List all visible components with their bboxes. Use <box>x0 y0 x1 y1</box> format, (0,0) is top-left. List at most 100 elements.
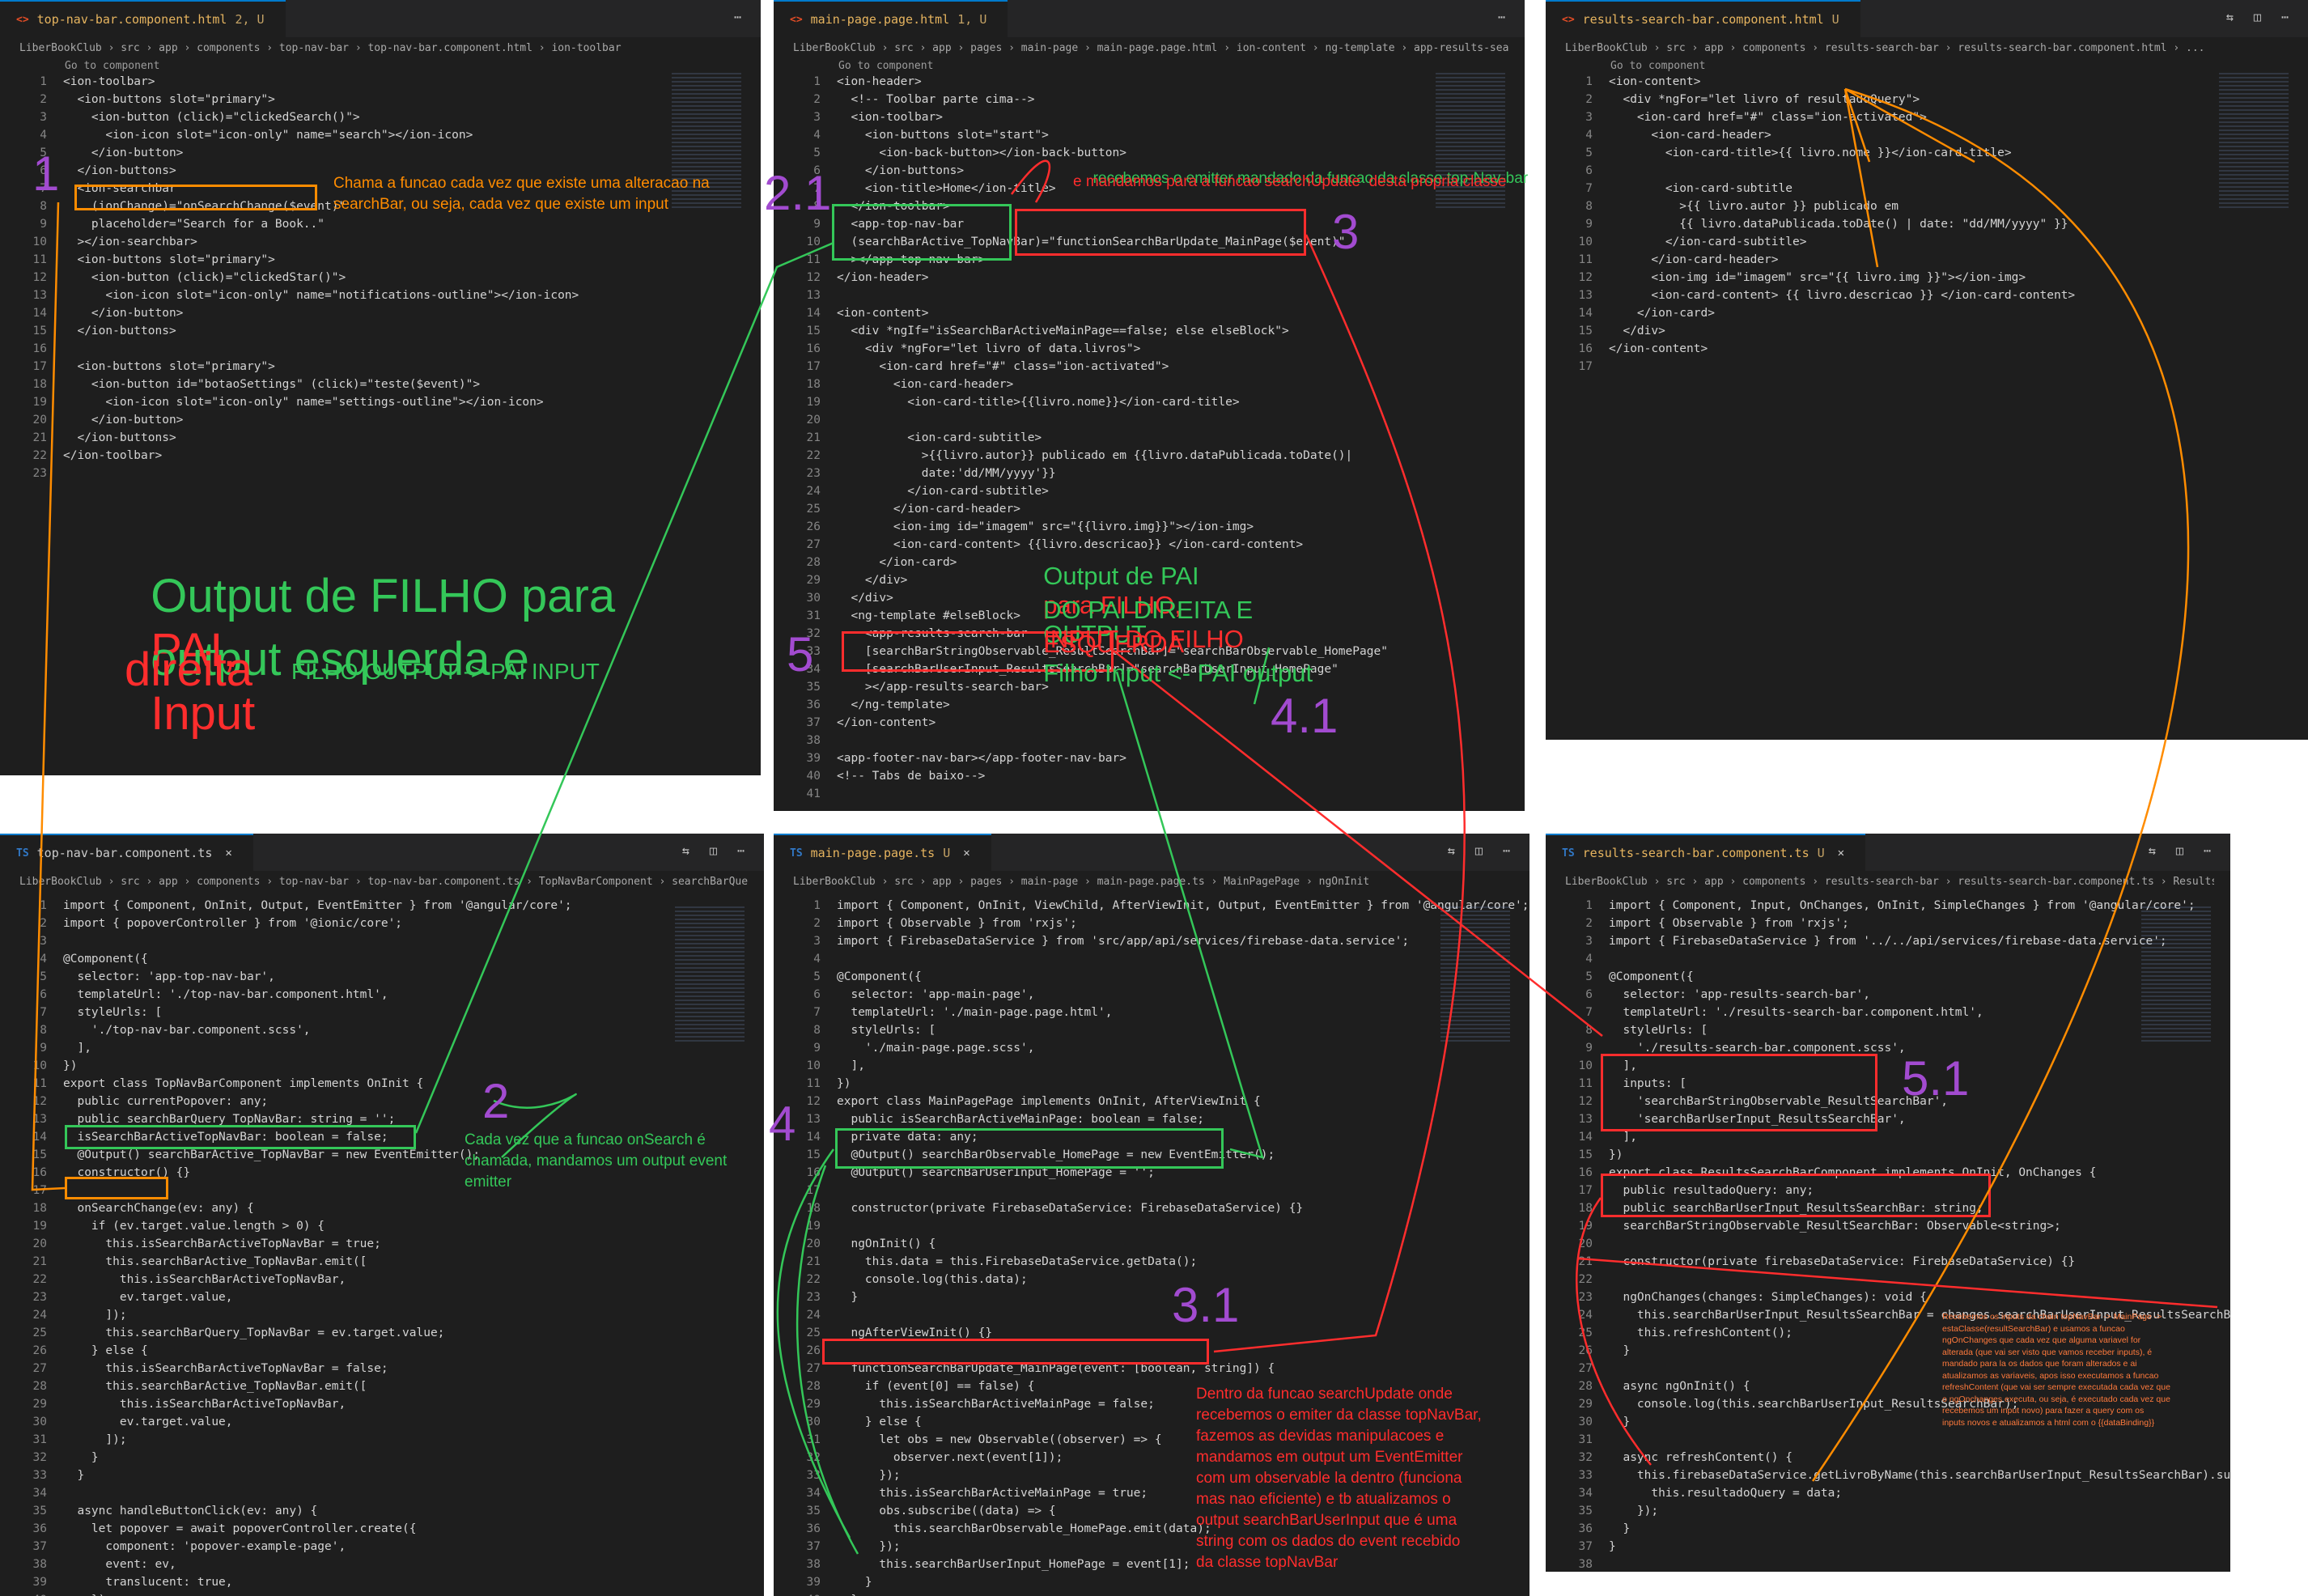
code-line[interactable]: 6 templateUrl: './top-nav-bar.component.… <box>0 986 643 1004</box>
code-line[interactable]: 21 this.data = this.FirebaseDataService.… <box>774 1253 1408 1271</box>
more-actions-icon[interactable]: ⋯ <box>1498 10 1512 24</box>
code-line[interactable]: 3 <box>0 932 643 950</box>
code-line[interactable]: 3 <ion-card href="#" class="ion-activate… <box>1546 108 2187 126</box>
code-line[interactable]: 23 ev.target.value, <box>0 1288 643 1306</box>
code-line[interactable]: 2 <ion-buttons slot="primary"> <box>0 91 639 108</box>
code-line[interactable]: 5 selector: 'app-top-nav-bar', <box>0 968 643 986</box>
code-line[interactable]: 10 ></ion-searchbar> <box>0 233 639 251</box>
breadcrumb[interactable]: LiberBookClub › src › app › components ›… <box>1565 42 2292 60</box>
tab-results-search-bar-html[interactable]: <> results-search-bar.component.html U <box>1546 0 1860 37</box>
code-line[interactable]: 4 <ion-card-header> <box>1546 126 2187 144</box>
code-line[interactable]: 37} <box>1546 1538 2109 1556</box>
code-line[interactable]: 21 <ion-card-subtitle> <box>774 429 1403 447</box>
code-line[interactable]: 27 this.isSearchBarActiveTopNavBar = fal… <box>0 1360 643 1377</box>
code-line[interactable]: 25 </ion-card-header> <box>774 500 1403 518</box>
code-line[interactable]: 15 </div> <box>1546 322 2187 340</box>
code-line[interactable]: 38 <box>1546 1556 2109 1572</box>
code-line[interactable]: 11 <ion-buttons slot="primary"> <box>0 251 639 269</box>
code-line[interactable]: 10 ], <box>774 1057 1408 1075</box>
code-line[interactable]: 4 <box>774 950 1408 968</box>
code-line[interactable]: 30 ev.target.value, <box>0 1413 643 1431</box>
breadcrumb[interactable]: LiberBookClub › src › app › components ›… <box>19 876 748 894</box>
tab-top-nav-bar-ts[interactable]: TS top-nav-bar.component.ts ✕ <box>0 834 253 871</box>
code-line[interactable]: 38 event: ev, <box>0 1556 643 1573</box>
code-line[interactable]: 10 </ion-card-subtitle> <box>1546 233 2187 251</box>
code-line[interactable]: 12 public currentPopover: any; <box>0 1093 643 1110</box>
code-line[interactable]: 3 import { FirebaseDataService } from '..… <box>1546 932 2166 950</box>
code-line[interactable]: 31 <box>1546 1431 2109 1449</box>
code-line[interactable]: 20 </ion-button> <box>0 411 639 429</box>
code-line[interactable]: 4 <box>1546 950 2109 968</box>
code-line[interactable]: 15 <div *ngIf="isSearchBarActiveMainPage… <box>774 322 1403 340</box>
code-line[interactable]: 14 </ion-button> <box>0 304 639 322</box>
code-line[interactable]: 17 <box>1546 358 2187 376</box>
code-line[interactable]: 32 } <box>0 1449 643 1467</box>
code-line[interactable]: 19 <box>774 1217 1408 1235</box>
code-line[interactable]: 4 @Component({ <box>0 950 643 968</box>
code-line[interactable]: 1 import { Component, OnInit, ViewChild, … <box>774 897 1529 915</box>
code-line[interactable]: 34 <box>0 1484 643 1502</box>
code-line[interactable]: 39 translucent: true, <box>0 1573 643 1591</box>
code-line[interactable]: 11 export class TopNavBarComponent implem… <box>0 1075 643 1093</box>
code-line[interactable]: 20 this.isSearchBarActiveTopNavBar = tru… <box>0 1235 643 1253</box>
code-line[interactable]: 18 onSearchChange(ev: any) { <box>0 1199 643 1217</box>
go-to-component-link[interactable]: Go to component <box>65 60 159 72</box>
code-line[interactable]: 33 } <box>0 1467 643 1484</box>
code-line[interactable]: 5 @Component({ <box>774 968 1408 986</box>
code-line[interactable]: 7 templateUrl: './main-page.page.html', <box>774 1004 1408 1021</box>
code-line[interactable]: 19 searchBarStringObservable_ResultSearc… <box>1546 1217 2109 1235</box>
code-line[interactable]: 4 <ion-buttons slot="start"> <box>774 126 1403 144</box>
minimap[interactable] <box>2141 906 2211 1044</box>
more-actions-icon[interactable]: ⋯ <box>734 10 748 24</box>
tab-top-nav-bar-html[interactable]: <> top-nav-bar.component.html 2, U <box>0 0 286 37</box>
close-icon[interactable]: ✕ <box>1838 847 1844 860</box>
editor-actions-icon[interactable]: ⇆ ◫ ⋯ <box>2226 10 2295 24</box>
code-line[interactable]: 31 ]); <box>0 1431 643 1449</box>
code-line[interactable]: 32 async refreshContent() { <box>1546 1449 2109 1467</box>
code-line[interactable]: 1 import { Component, Input, OnChanges, O… <box>1546 897 2195 915</box>
code-line[interactable]: 9 './main-page.page.scss', <box>774 1039 1408 1057</box>
code-line[interactable]: 23 <box>0 465 639 482</box>
code-line[interactable]: 36 let popover = await popoverController… <box>0 1520 643 1538</box>
code-line[interactable]: 39 } <box>774 1573 1408 1591</box>
code-line[interactable]: 1 <ion-content> <box>1546 73 2187 91</box>
code-line[interactable]: 14 <ion-content> <box>774 304 1403 322</box>
editor-actions-icon[interactable]: ⇆ ◫ ⋯ <box>1448 843 1517 858</box>
code-line[interactable]: 7 styleUrls: [ <box>0 1004 643 1021</box>
code-line[interactable]: 18 <ion-card-header> <box>774 376 1403 393</box>
code-line[interactable]: 9 {{ livro.dataPublicada.toDate() | date… <box>1546 215 2187 233</box>
code-area[interactable]: 1 import { Component, Input, OnChanges, O… <box>1546 897 2230 1572</box>
code-line[interactable]: 24 <box>774 1306 1408 1324</box>
code-line[interactable]: 34 this.resultadoQuery = data; <box>1546 1484 2109 1502</box>
code-line[interactable]: 1 <ion-header> <box>774 73 1403 91</box>
minimap[interactable] <box>1440 906 1510 1044</box>
code-line[interactable]: 8 styleUrls: [ <box>774 1021 1408 1039</box>
code-area[interactable]: 1 import { Component, OnInit, Output, Eve… <box>0 897 643 1596</box>
code-line[interactable]: 22 </ion-toolbar> <box>0 447 639 465</box>
code-line[interactable]: 12 <ion-button (click)="clickedStar()"> <box>0 269 639 287</box>
code-line[interactable]: 17 <ion-card href="#" class="ion-activat… <box>774 358 1403 376</box>
code-line[interactable]: 8 styleUrls: [ <box>1546 1021 2109 1039</box>
code-line[interactable]: 12 </ion-header> <box>774 269 1403 287</box>
code-line[interactable]: 14 </ion-card> <box>1546 304 2187 322</box>
breadcrumb[interactable]: LiberBookClub › src › app › components ›… <box>19 42 745 60</box>
tab-results-search-bar-ts[interactable]: TS results-search-bar.component.ts U ✕ <box>1546 834 1866 871</box>
code-line[interactable]: 25 this.searchBarQuery_TopNavBar = ev.ta… <box>0 1324 643 1342</box>
code-line[interactable]: 20 <box>1546 1235 2109 1253</box>
code-line[interactable]: 16 <div *ngFor="let livro of data.livros… <box>774 340 1403 358</box>
code-line[interactable]: 7 templateUrl: './results-search-bar.com… <box>1546 1004 2109 1021</box>
tab-main-page-html[interactable]: <> main-page.page.html 1, U <box>774 0 1008 37</box>
code-line[interactable]: 19 <ion-icon slot="icon-only" name="sett… <box>0 393 639 411</box>
code-line[interactable]: 22 >{{livro.autor}} publicado em {{livro… <box>774 447 1403 465</box>
code-line[interactable]: 13 <box>774 287 1403 304</box>
code-line[interactable]: 13 public isSearchBarActiveMainPage: boo… <box>774 1110 1408 1128</box>
code-line[interactable]: 5 @Component({ <box>1546 968 2109 986</box>
code-line[interactable]: 5 <ion-card-title>{{ livro.nome }}</ion-… <box>1546 144 2187 162</box>
code-line[interactable]: 21 constructor(private firebaseDataServi… <box>1546 1253 2109 1271</box>
code-line[interactable]: 35 async handleButtonClick(ev: any) { <box>0 1502 643 1520</box>
code-line[interactable]: 19 if (ev.target.value.length > 0) { <box>0 1217 643 1235</box>
code-line[interactable]: 22 this.isSearchBarActiveTopNavBar, <box>0 1271 643 1288</box>
code-line[interactable]: 20 ngOnInit() { <box>774 1235 1408 1253</box>
code-line[interactable]: 9 ], <box>0 1039 643 1057</box>
code-line[interactable]: 3 import { FirebaseDataService } from 'sr… <box>774 932 1409 950</box>
